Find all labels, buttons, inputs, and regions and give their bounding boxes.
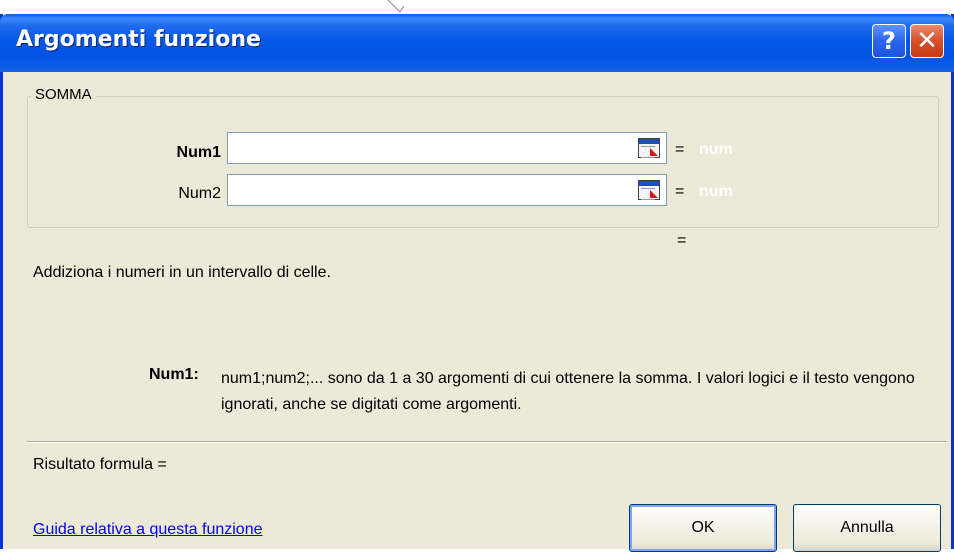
collapse-dialog-icon[interactable] xyxy=(638,138,660,158)
cancel-button[interactable]: Annulla xyxy=(793,504,941,552)
close-icon: ✕ xyxy=(916,26,938,56)
dialog-title: Argomenti funzione xyxy=(16,27,261,52)
arg-label-num2: Num2 xyxy=(178,185,221,202)
question-icon: ? xyxy=(882,27,896,55)
num2-input[interactable] xyxy=(230,177,630,205)
function-name-legend: SOMMA xyxy=(31,86,96,103)
arg-result-num2: num xyxy=(699,183,733,200)
function-help-link[interactable]: Guida relativa a questa funzione xyxy=(33,521,262,539)
arg-field-num2[interactable] xyxy=(227,174,667,206)
collapse-dialog-icon[interactable] xyxy=(638,180,660,200)
num1-input[interactable] xyxy=(230,135,630,163)
arg-help-text: num1;num2;... sono da 1 a 30 argomenti d… xyxy=(221,370,915,413)
function-arguments-dialog: Argomenti funzione ? ✕ SOMMA Num1 = num … xyxy=(0,14,954,552)
arg-result-num1: num xyxy=(699,141,733,158)
close-button[interactable]: ✕ xyxy=(910,24,944,58)
title-bar[interactable]: Argomenti funzione ? ✕ xyxy=(0,14,954,72)
arg-help-label: Num1: xyxy=(149,366,199,383)
ok-button[interactable]: OK xyxy=(629,504,777,552)
function-result-equals: = xyxy=(677,232,687,249)
formula-result: Risultato formula = xyxy=(33,456,167,473)
arg-equals-num2: = xyxy=(675,183,685,200)
arg-equals-num1: = xyxy=(675,141,685,158)
arg-field-num1[interactable] xyxy=(227,132,667,164)
arg-label-num1: Num1 xyxy=(176,144,221,161)
function-description: Addiziona i numeri in un intervallo di c… xyxy=(33,264,331,281)
help-button[interactable]: ? xyxy=(872,24,906,58)
separator xyxy=(27,441,947,443)
cursor-mark xyxy=(387,0,405,13)
